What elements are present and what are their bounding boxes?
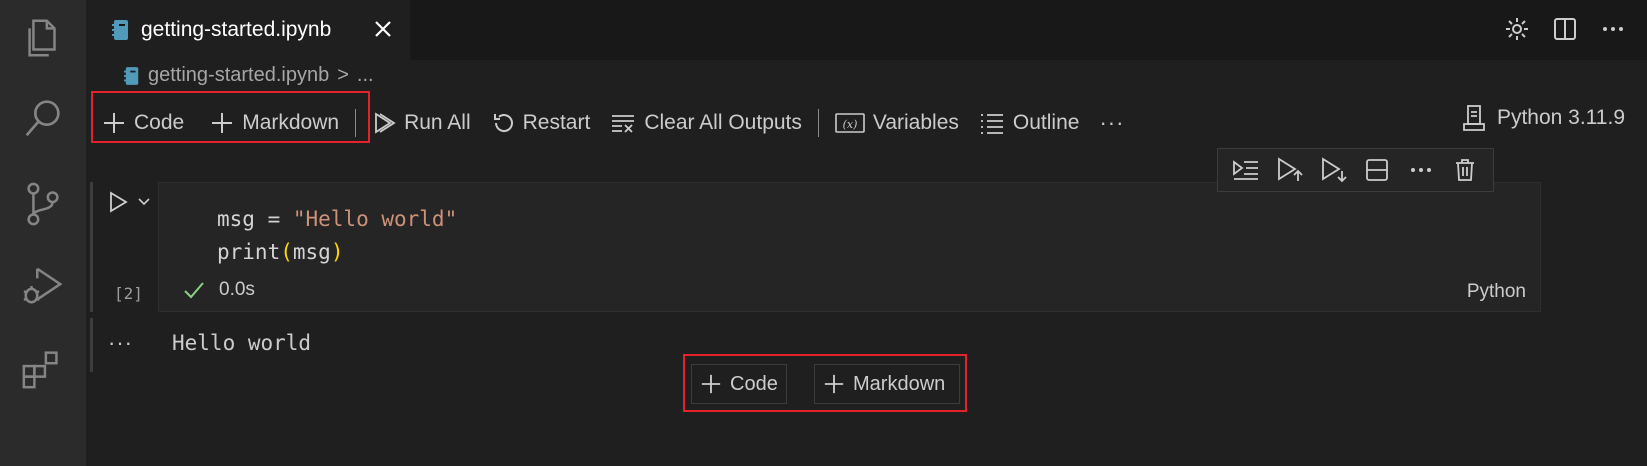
toolbar-divider	[817, 109, 819, 137]
gear-icon[interactable]	[1503, 14, 1531, 44]
code-text: msg =	[217, 207, 293, 231]
code-line-2: print(msg)	[217, 240, 343, 264]
restart-label: Restart	[522, 111, 591, 134]
breadcrumb-separator: >	[337, 64, 349, 86]
highlight-box-insert	[683, 354, 967, 412]
code-arg: msg	[292, 240, 331, 264]
cell-focus-indicator	[90, 182, 93, 312]
breadcrumb: getting-started.ipynb > ...	[124, 64, 374, 87]
code-function: print	[217, 240, 281, 264]
clear-all-outputs-label: Clear All Outputs	[644, 111, 802, 134]
cell-duration: 0.0s	[219, 279, 255, 300]
restart-icon	[493, 114, 513, 132]
activity-bar	[0, 0, 86, 466]
output-more-icon[interactable]: ···	[108, 330, 133, 356]
execute-below-icon[interactable]	[1318, 154, 1350, 186]
split-cell-icon[interactable]	[1361, 154, 1393, 186]
editor-actions	[1503, 14, 1627, 44]
execution-count: [2]	[114, 284, 143, 303]
clear-all-outputs-button[interactable]: Clear All Outputs	[600, 103, 812, 143]
check-icon	[184, 282, 204, 299]
tab-bar: getting-started.ipynb	[86, 0, 1647, 60]
tab-getting-started[interactable]: getting-started.ipynb	[86, 0, 410, 60]
outline-button[interactable]: Outline	[969, 103, 1090, 143]
chevron-down-icon[interactable]	[136, 193, 152, 209]
run-by-line-icon[interactable]	[1230, 154, 1262, 186]
output-indicator	[90, 318, 93, 372]
notebook-icon	[124, 66, 139, 85]
more-actions-icon[interactable]	[1599, 14, 1627, 44]
outline-label: Outline	[1012, 111, 1080, 134]
source-control-icon[interactable]	[19, 180, 67, 228]
breadcrumb-file[interactable]: getting-started.ipynb	[148, 64, 329, 87]
restart-button[interactable]: Restart	[481, 103, 601, 143]
cell-output: Hello world	[172, 331, 312, 355]
cell-language[interactable]: Python	[1467, 281, 1526, 303]
editor-area: getting-started.ipynb getting-started.ip…	[86, 0, 1647, 466]
clear-all-icon	[612, 115, 635, 133]
notebook-icon	[112, 20, 128, 40]
variables-icon: (x)	[835, 113, 865, 133]
run-cell-icon[interactable]	[106, 190, 130, 214]
kernel-label: Python 3.11.9	[1496, 106, 1625, 129]
variables-label: Variables	[872, 111, 959, 134]
highlight-box-toolbar	[91, 91, 370, 143]
variables-button[interactable]: (x) Variables	[825, 103, 969, 143]
code-string: "Hello world"	[292, 207, 458, 231]
outline-icon	[980, 114, 1003, 134]
run-all-button[interactable]: Run All	[362, 103, 481, 143]
more-icon[interactable]	[1405, 154, 1437, 186]
code-line-1: msg = "Hello world"	[217, 207, 457, 231]
close-icon[interactable]	[372, 18, 394, 40]
code-cell-editor[interactable]: msg = "Hello world" print(msg) 0.0s Pyth…	[158, 182, 1541, 312]
kernel-picker[interactable]: Python 3.11.9	[1461, 104, 1625, 132]
split-editor-icon[interactable]	[1551, 14, 1579, 44]
cell-status: 0.0s	[183, 279, 255, 301]
run-debug-icon[interactable]	[19, 262, 67, 310]
breadcrumb-more[interactable]: ...	[357, 64, 374, 87]
execute-above-icon[interactable]	[1274, 154, 1306, 186]
svg-text:(x): (x)	[842, 118, 857, 131]
delete-icon[interactable]	[1449, 154, 1481, 186]
extensions-icon[interactable]	[19, 344, 67, 392]
toolbar-more-button[interactable]: ···	[1089, 103, 1134, 143]
tab-label: getting-started.ipynb	[141, 18, 332, 41]
kernel-icon	[1463, 105, 1485, 131]
code-paren: (	[280, 240, 293, 264]
code-paren: )	[330, 240, 344, 264]
more-icon: ···	[1099, 110, 1125, 135]
search-icon[interactable]	[19, 94, 67, 142]
run-all-icon	[375, 112, 396, 134]
run-all-label: Run All	[404, 111, 471, 134]
cell-toolbar	[1217, 148, 1494, 192]
files-icon[interactable]	[19, 14, 67, 62]
